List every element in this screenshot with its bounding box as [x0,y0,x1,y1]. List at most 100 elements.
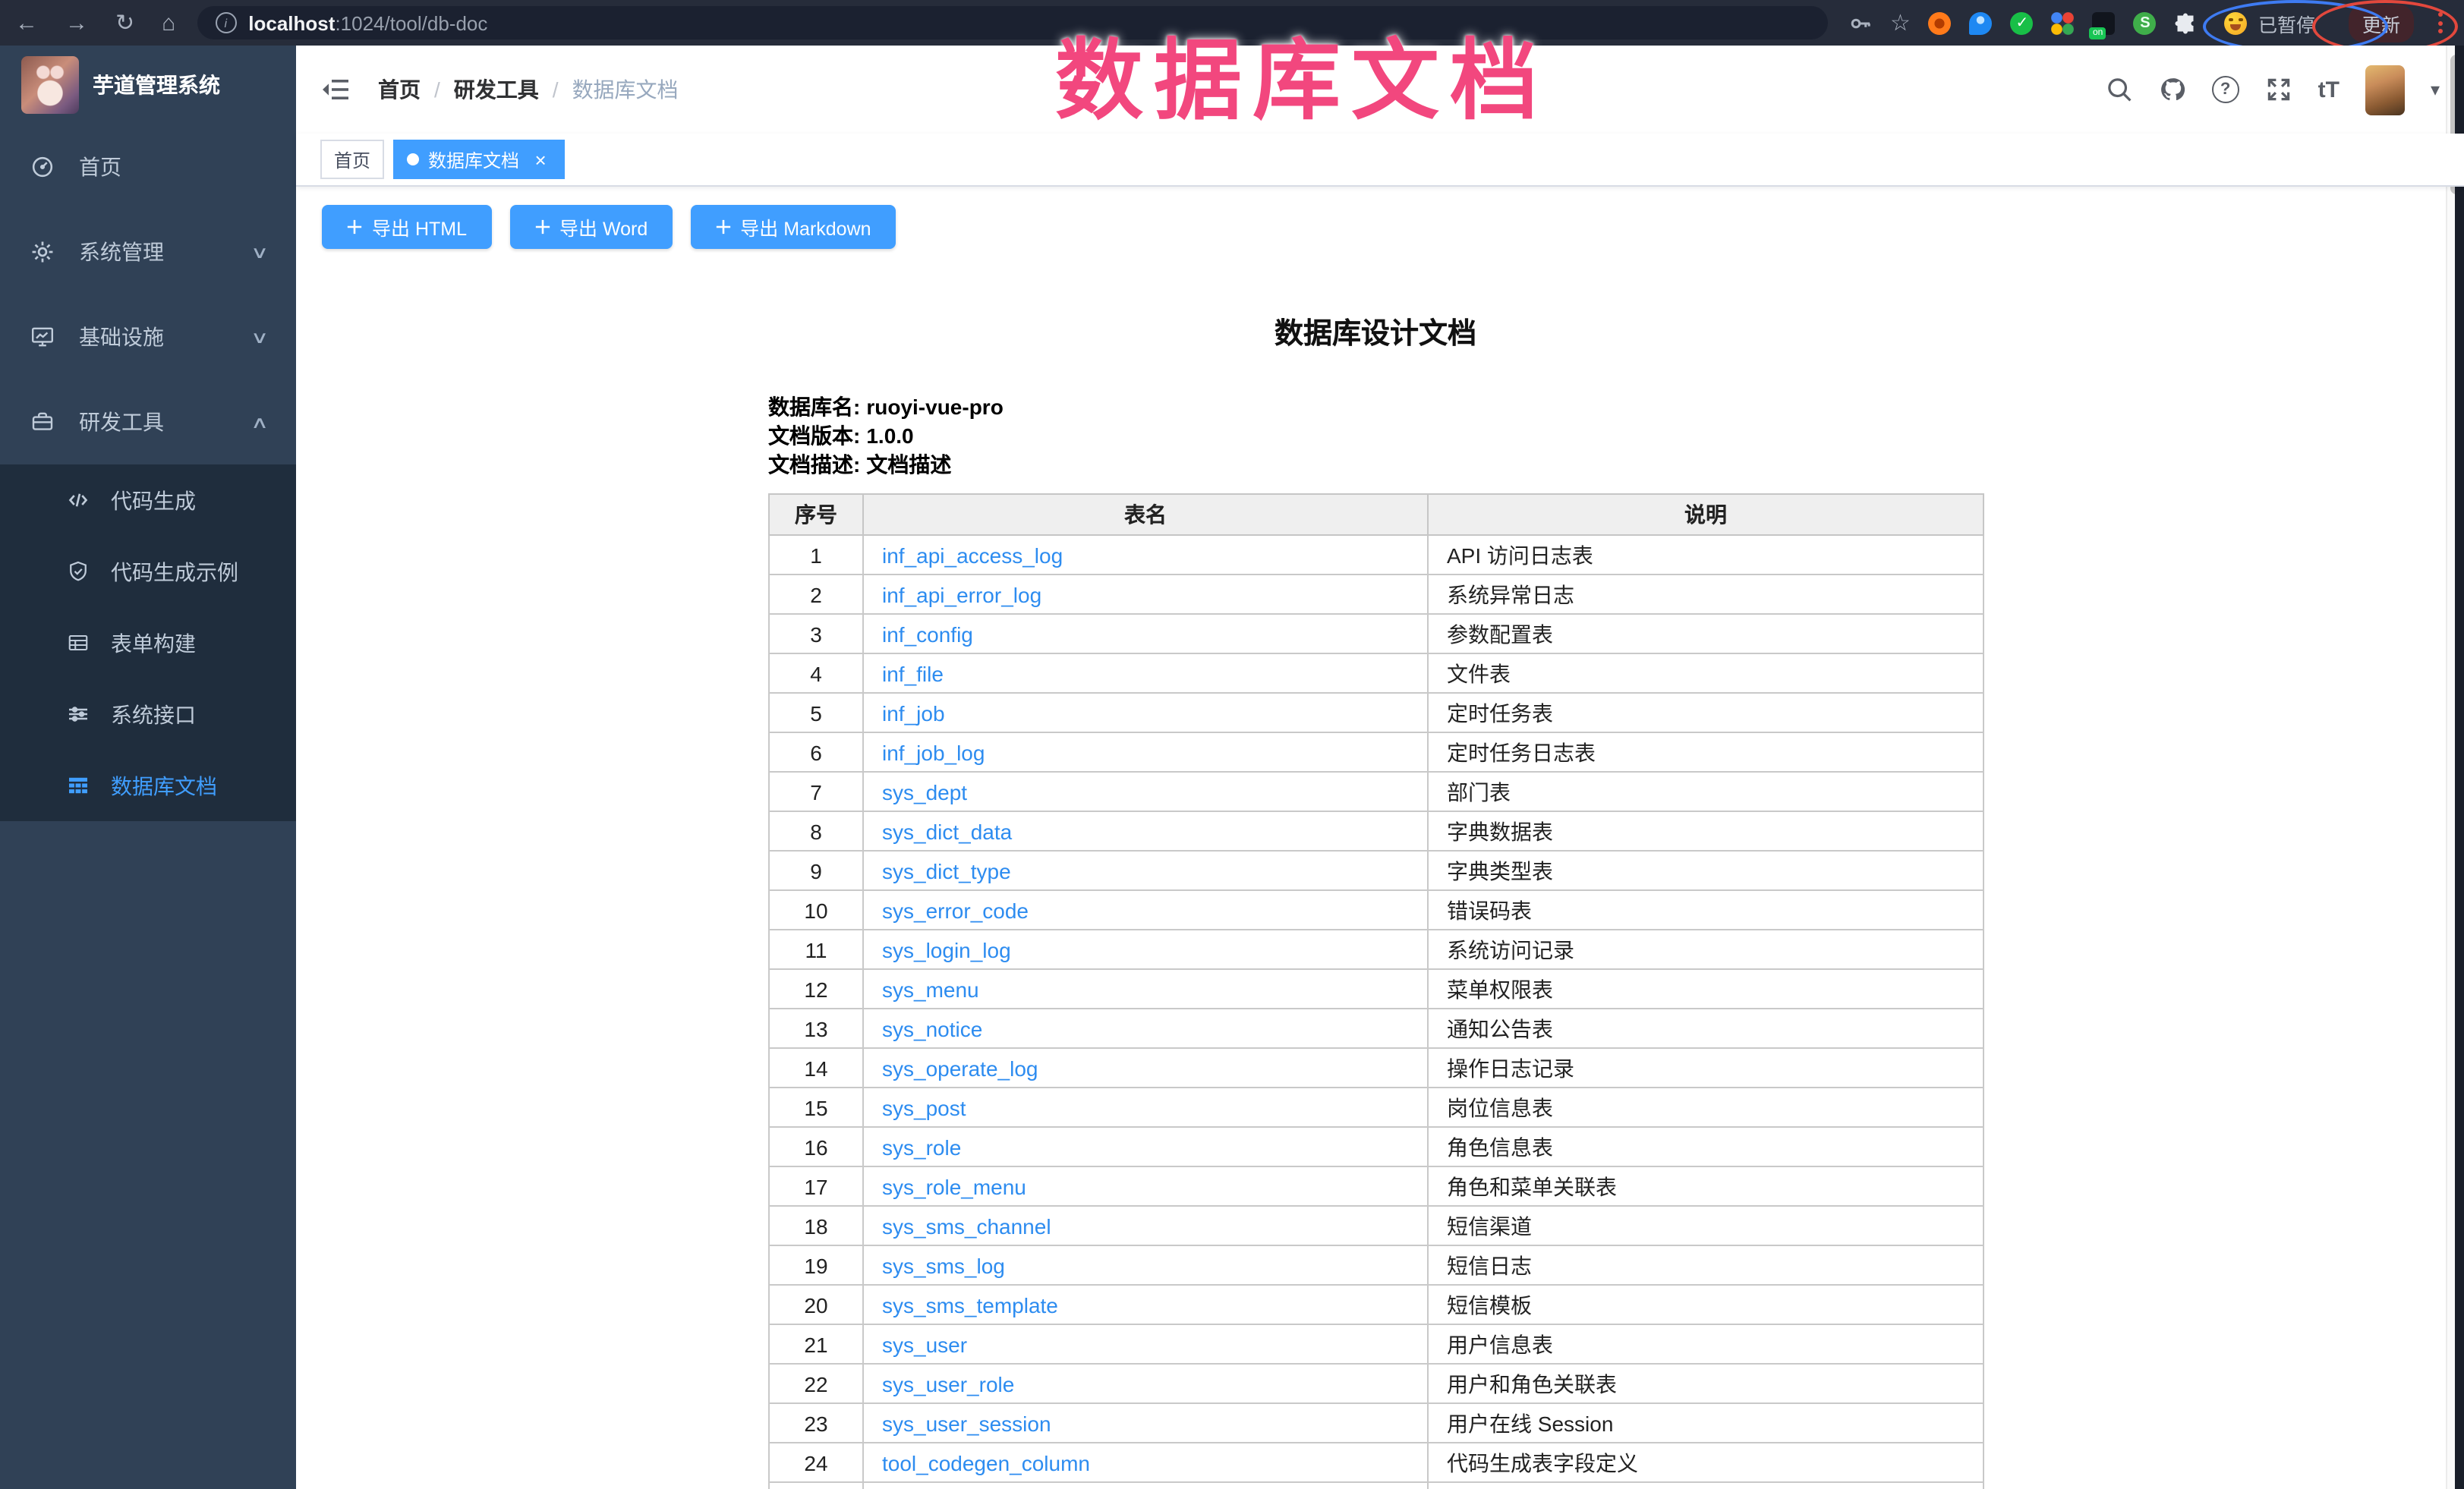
search-icon[interactable] [2106,76,2133,103]
table-name-link[interactable]: inf_api_access_log [882,543,1063,567]
table-row: 17 sys_role_menu 角色和菜单关联表 [769,1166,1983,1206]
table-name-link[interactable]: sys_dept [882,779,967,804]
breadcrumb: 首页 / 研发工具 / 数据库文档 [378,74,2106,105]
sidebar-item-form-builder[interactable]: 表单构建 [0,607,296,678]
browser-update-button[interactable]: 更新 [2349,4,2414,42]
table-header-row: 序号 表名 说明 [769,494,1983,535]
sidebar-item-home[interactable]: 首页 [0,124,296,209]
extension-icon-orange[interactable] [1929,11,1952,34]
row-desc: 文件表 [1428,653,1983,693]
sidebar-collapse-icon[interactable] [320,74,351,105]
tag-db-doc[interactable]: 数据库文档 × [393,140,565,179]
table-name-link[interactable]: inf_config [882,622,973,646]
row-no: 5 [769,693,863,732]
help-icon[interactable]: ? [2212,76,2239,103]
table-name-link[interactable]: sys_user_role [882,1371,1014,1396]
address-bar[interactable]: i localhost:1024/tool/db-doc [197,6,1828,39]
sidebar-item-system-api[interactable]: 系统接口 [0,678,296,750]
row-desc: 角色和菜单关联表 [1428,1166,1983,1206]
table-name-link[interactable]: sys_post [882,1095,966,1119]
app-logo [21,56,79,114]
table-name-link[interactable]: sys_user [882,1332,967,1356]
back-icon[interactable]: ← [15,11,38,34]
table-name-link[interactable]: sys_sms_channel [882,1214,1051,1238]
export-word-button[interactable]: 导出 Word [509,205,672,249]
sidebar-logo-row[interactable]: 芋道管理系统 [0,46,296,124]
site-info-icon[interactable]: i [215,12,236,33]
table-name-link[interactable]: tool_codegen_column [882,1450,1090,1475]
table-name-link[interactable]: inf_api_error_log [882,582,1041,606]
forward-icon[interactable]: → [65,11,88,34]
sidebar-item-infra[interactable]: 基础设施 ∨ [0,294,296,379]
table-row: 15 sys_post 岗位信息表 [769,1088,1983,1127]
on-badge: on [2090,27,2106,39]
table-name-link[interactable]: sys_user_session [882,1411,1051,1435]
breadcrumb-current: 数据库文档 [572,74,679,105]
plus-icon [346,219,363,235]
table-name-link[interactable]: sys_error_code [882,898,1029,922]
extension-icon-on-badge[interactable]: on [2093,11,2116,34]
extension-icon-grid[interactable] [2052,11,2075,34]
sidebar-item-codegen[interactable]: 代码生成 [0,464,296,536]
table-name-link[interactable]: sys_dict_type [882,858,1011,883]
table-name-link[interactable]: sys_operate_log [882,1056,1038,1080]
row-no: 18 [769,1206,863,1245]
sidebar-item-devtools[interactable]: 研发工具 ∧ [0,379,296,464]
table-name-link[interactable]: sys_sms_template [882,1292,1058,1317]
breadcrumb-separator: / [553,77,559,102]
bookmark-star-icon[interactable]: ☆ [1890,11,1911,34]
font-size-icon[interactable]: tT [2318,77,2340,102]
table-name-link[interactable]: sys_role_menu [882,1174,1026,1198]
breadcrumb-home[interactable]: 首页 [378,74,421,105]
top-navbar: 首页 / 研发工具 / 数据库文档 ? [296,46,2464,134]
doc-meta-description: 文档描述:文档描述 [768,451,1983,480]
table-row: 23 sys_user_session 用户在线 Session [769,1403,1983,1443]
table-name-link[interactable]: inf_job [882,700,945,725]
profile-paused-label: 已暂停 [2258,8,2315,37]
profile-emoji-icon [2225,11,2248,34]
plus-icon [714,219,731,235]
row-desc: 角色信息表 [1428,1127,1983,1166]
extension-icon-pin[interactable] [1970,11,1993,34]
table-name-link[interactable]: sys_role [882,1135,961,1159]
tag-close-icon[interactable]: × [530,149,551,170]
table-name-link[interactable]: sys_login_log [882,937,1011,962]
extension-icon-green-check[interactable]: ✓ [2011,11,2034,34]
extensions-puzzle-icon[interactable] [2175,11,2198,34]
avatar-caret-icon[interactable]: ▾ [2431,79,2440,100]
row-desc: 字典数据表 [1428,811,1983,851]
reload-icon[interactable]: ↻ [115,11,134,34]
main-area: 首页 / 研发工具 / 数据库文档 ? [296,46,2464,1489]
browser-nav-buttons: ← → ↻ ⌂ [15,11,175,34]
breadcrumb-separator: / [434,77,440,102]
sidebar-item-label: 基础设施 [79,322,164,352]
doc-meta: 数据库名:ruoyi-vue-pro 文档版本:1.0.0 文档描述:文档描述 [768,393,1983,480]
table-name-link[interactable]: sys_menu [882,977,979,1001]
extension-icon-green-s[interactable]: S [2134,11,2157,34]
table-name-link[interactable]: sys_dict_data [882,819,1012,843]
tag-home[interactable]: 首页 [320,140,384,179]
export-html-button[interactable]: 导出 HTML [322,205,491,249]
sidebar-item-codegen-demo[interactable]: 代码生成示例 [0,536,296,607]
table-name-link[interactable]: inf_file [882,661,944,685]
doc-meta-version: 文档版本:1.0.0 [768,422,1983,451]
sidebar-item-db-doc[interactable]: 数据库文档 [0,750,296,821]
browser-profile-chip[interactable]: 已暂停 [2216,4,2330,42]
github-icon[interactable] [2159,76,2186,103]
sidebar-item-system[interactable]: 系统管理 ∨ [0,209,296,294]
browser-menu-icon[interactable] [2432,9,2449,36]
home-icon[interactable]: ⌂ [162,11,175,34]
export-markdown-button[interactable]: 导出 Markdown [690,205,895,249]
breadcrumb-devtools[interactable]: 研发工具 [454,74,539,105]
user-avatar[interactable] [2365,65,2405,115]
key-icon[interactable] [1849,11,1872,34]
table-row: 22 sys_user_role 用户和角色关联表 [769,1364,1983,1403]
chevron-down-icon: ∨ [250,327,269,347]
fullscreen-icon[interactable] [2265,76,2292,103]
shield-check-icon [67,560,90,583]
table-name-link[interactable]: sys_notice [882,1016,982,1040]
tables-index-table: 序号 表名 说明 1 inf_api_access_log API 访问日志表 … [768,493,1984,1489]
table-name-link[interactable]: inf_job_log [882,740,985,764]
row-desc: 部门表 [1428,772,1983,811]
table-name-link[interactable]: sys_sms_log [882,1253,1005,1277]
